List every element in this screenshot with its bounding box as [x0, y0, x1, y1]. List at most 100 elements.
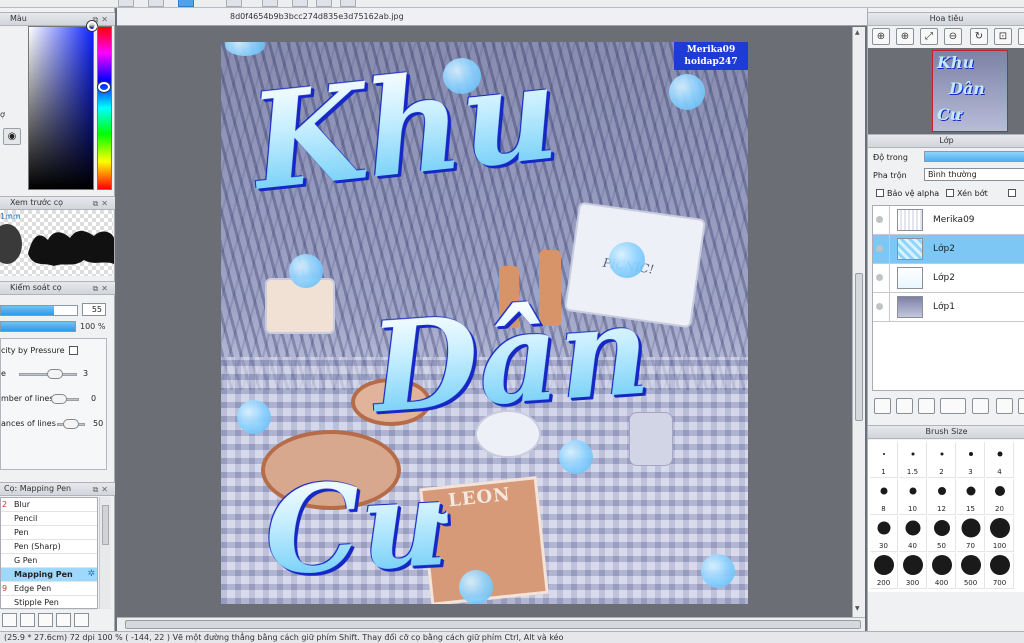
saturation-value-picker[interactable]: [28, 26, 94, 190]
layer-visibility-icon[interactable]: [876, 216, 883, 223]
panel-window-icons[interactable]: ⧉✕: [93, 485, 111, 495]
layer-item[interactable]: Lớp1: [873, 293, 1024, 322]
rotate-icon[interactable]: ↻: [970, 28, 988, 45]
more-icon[interactable]: [1018, 28, 1024, 45]
zoom-in-icon[interactable]: ⊕: [872, 28, 890, 45]
toolbar-button[interactable]: [316, 0, 332, 7]
horizontal-scroll-thumb[interactable]: [125, 620, 861, 629]
brush-size-cell[interactable]: 3: [957, 442, 985, 478]
brush-size-value[interactable]: 55: [82, 303, 106, 316]
document-tab[interactable]: 8d0f4654b9b3bcc274d835e3d75162ab.jpg: [117, 8, 867, 26]
canvas-vertical-scrollbar[interactable]: ▲ ▼: [852, 27, 865, 617]
brush-size-cell[interactable]: 30: [870, 516, 898, 552]
tool-item[interactable]: Pencil: [1, 512, 97, 526]
clipping-checkbox[interactable]: [946, 189, 954, 197]
eyedropper-button[interactable]: ◉: [3, 128, 21, 145]
brush-size-cell[interactable]: 40: [899, 516, 927, 552]
layer-divider: [889, 235, 890, 264]
clipping-option[interactable]: Xén bớt: [946, 189, 988, 198]
brush-size-cell[interactable]: 4: [986, 442, 1014, 478]
hue-slider[interactable]: [97, 26, 112, 190]
protect-alpha-checkbox[interactable]: [876, 189, 884, 197]
panel-window-icons[interactable]: ⧉✕: [93, 284, 111, 294]
tool-item[interactable]: G Pen: [1, 554, 97, 568]
brush-size-cell[interactable]: 8: [870, 479, 898, 515]
brush-size-cell[interactable]: 1: [870, 442, 898, 478]
brush-size-cell[interactable]: 10: [899, 479, 927, 515]
layer-menu-icon[interactable]: [940, 398, 966, 414]
brush-size-cell[interactable]: 300: [899, 553, 927, 589]
sv-picker-knob[interactable]: [87, 21, 97, 31]
copy-layer-icon[interactable]: [918, 398, 935, 414]
brush-size-cell[interactable]: 500: [957, 553, 985, 589]
artwork-canvas[interactable]: PICNIC! LEON Khu Dân Cư Merika09 hoidap2…: [221, 42, 748, 604]
pressure-checkbox[interactable]: [69, 346, 78, 355]
brush-size-cell[interactable]: 20: [986, 479, 1014, 515]
folder-icon[interactable]: [74, 613, 89, 627]
brush-opacity-slider[interactable]: [0, 321, 76, 332]
tool-item[interactable]: Stipple Pen: [1, 596, 97, 610]
copy-tool-icon[interactable]: [56, 613, 71, 627]
lines-slider-knob[interactable]: [51, 394, 67, 404]
protect-alpha-option[interactable]: Bảo vệ alpha: [876, 189, 939, 198]
layer-item[interactable]: Lớp2: [873, 235, 1024, 264]
layer-opacity-slider[interactable]: [924, 151, 1024, 162]
brush-size-slider[interactable]: [0, 305, 78, 316]
scroll-up-icon[interactable]: ▲: [855, 29, 860, 36]
fit-view-icon[interactable]: ⤢: [920, 28, 938, 45]
brush-size-cell[interactable]: 100: [986, 516, 1014, 552]
stabilizer-slider-knob[interactable]: [47, 369, 63, 379]
extra-option[interactable]: [1008, 189, 1019, 198]
new-layer-icon[interactable]: [874, 398, 891, 414]
brush-size-cell[interactable]: 15: [957, 479, 985, 515]
tool-settings-gear-icon[interactable]: ✲: [87, 568, 95, 581]
brush-size-cell[interactable]: 50: [928, 516, 956, 552]
layer-name: Lớp2: [933, 244, 955, 254]
new-tool-icon[interactable]: [2, 613, 17, 627]
toolbar-button[interactable]: [226, 0, 242, 7]
tool-item[interactable]: 2 Blur: [1, 498, 97, 512]
layer-item[interactable]: Lớp2: [873, 264, 1024, 293]
brush-size-cell[interactable]: 70: [957, 516, 985, 552]
distance-slider-knob[interactable]: [63, 419, 79, 429]
zoom-out-icon[interactable]: ⊖: [944, 28, 962, 45]
tool-item[interactable]: Pen: [1, 526, 97, 540]
new-vector-layer-icon[interactable]: [896, 398, 913, 414]
toolbar-button[interactable]: [262, 0, 278, 7]
tool-settings-icon[interactable]: [20, 613, 35, 627]
brush-size-cell[interactable]: 200: [870, 553, 898, 589]
tool-item[interactable]: Mapping Pen ✲: [1, 568, 97, 582]
toolbar-button[interactable]: [148, 0, 164, 7]
brush-size-cell[interactable]: 700: [986, 553, 1014, 589]
brush-size-cell[interactable]: 12: [928, 479, 956, 515]
canvas-horizontal-scrollbar[interactable]: [117, 617, 865, 631]
brush-size-cell[interactable]: 2: [928, 442, 956, 478]
tool-item[interactable]: 9 Edge Pen: [1, 582, 97, 596]
toolbar-button[interactable]: [340, 0, 356, 7]
tool-item[interactable]: Pen (Sharp): [1, 540, 97, 554]
merge-layer-icon[interactable]: [996, 398, 1013, 414]
hue-slider-knob[interactable]: [98, 82, 110, 92]
layer-visibility-icon[interactable]: [876, 245, 883, 252]
toolbar-button[interactable]: [118, 0, 134, 7]
brush-size-cell[interactable]: 400: [928, 553, 956, 589]
toolbar-button-active[interactable]: [178, 0, 194, 7]
panel-window-icons[interactable]: ⧉✕: [93, 199, 111, 209]
toolbar-button[interactable]: [292, 0, 308, 7]
vertical-scroll-thumb[interactable]: [855, 273, 863, 421]
scroll-down-icon[interactable]: ▼: [855, 605, 860, 612]
layer-folder-icon[interactable]: [972, 398, 989, 414]
layer-item[interactable]: Merika09: [873, 206, 1024, 235]
tool-item-label: Stipple Pen: [14, 598, 59, 607]
reset-view-icon[interactable]: ⊡: [994, 28, 1012, 45]
tool-list-scrollbar[interactable]: [99, 497, 111, 609]
extra-checkbox[interactable]: [1008, 189, 1016, 197]
dropdown-icon[interactable]: [38, 613, 53, 627]
layer-visibility-icon[interactable]: [876, 274, 883, 281]
layer-visibility-icon[interactable]: [876, 303, 883, 310]
more-layer-icon[interactable]: [1018, 398, 1024, 414]
zoom-plus-icon[interactable]: ⊕: [896, 28, 914, 45]
brush-size-cell[interactable]: 1.5: [899, 442, 927, 478]
navigator-thumbnail[interactable]: Khu Dân Cư: [932, 50, 1008, 132]
blend-mode-select[interactable]: Bình thường: [924, 168, 1024, 181]
